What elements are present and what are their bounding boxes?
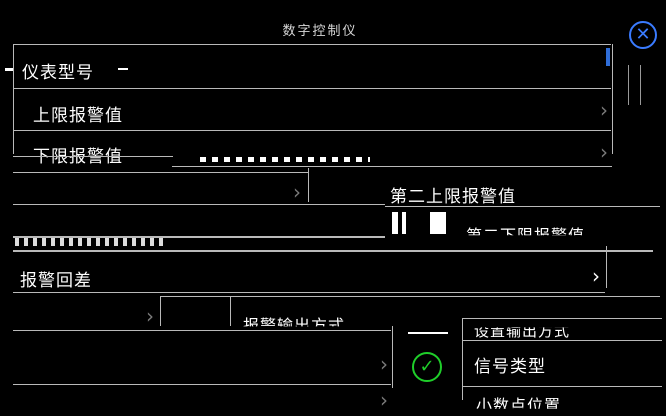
chevron-right-icon: ›	[380, 352, 388, 376]
render-artifact	[628, 65, 629, 105]
divider	[385, 206, 660, 207]
menu-item-second-low-alarm[interactable]: 第二下限报警值	[466, 222, 585, 235]
render-artifact	[160, 296, 161, 326]
chevron-right-icon: ›	[600, 98, 608, 122]
render-artifact	[392, 212, 398, 234]
divider	[13, 384, 391, 385]
chevron-right-icon: ›	[146, 304, 154, 328]
divider	[13, 250, 653, 252]
render-artifact	[462, 318, 463, 400]
divider	[13, 44, 611, 45]
chevron-right-icon: ›	[592, 264, 600, 288]
render-artifact	[118, 68, 128, 70]
render-artifact	[5, 68, 13, 71]
chevron-right-icon: ›	[293, 180, 301, 204]
menu-item-alarm-hysteresis[interactable]: 报警回差	[20, 266, 92, 291]
divider	[13, 130, 611, 131]
render-artifact	[200, 157, 370, 162]
render-artifact	[640, 65, 641, 105]
list-border-right	[612, 44, 613, 154]
divider	[172, 166, 612, 167]
divider	[462, 386, 662, 387]
menu-item-alarm-output-mode[interactable]: 报警输出方式	[243, 312, 345, 326]
divider	[462, 318, 662, 319]
divider	[13, 204, 385, 205]
scroll-indicator	[606, 48, 610, 66]
divider	[160, 296, 660, 297]
confirm-button[interactable]: ✓	[412, 352, 442, 382]
divider	[13, 172, 308, 173]
render-artifact	[392, 326, 393, 388]
close-button[interactable]: ✕	[629, 21, 657, 49]
render-artifact	[408, 332, 448, 334]
menu-item-meter-model[interactable]: 仪表型号	[22, 58, 94, 83]
render-artifact	[606, 246, 607, 288]
divider	[13, 292, 605, 293]
chevron-right-icon: ›	[380, 388, 388, 412]
menu-item-second-high-alarm[interactable]: 第二上限报警值	[390, 182, 516, 207]
divider	[13, 330, 391, 331]
divider	[13, 88, 611, 89]
render-artifact	[430, 212, 446, 234]
render-artifact	[402, 212, 406, 234]
dialog-title: 数字控制仪	[282, 24, 358, 39]
chevron-right-icon: ›	[600, 140, 608, 164]
divider	[13, 156, 173, 157]
render-artifact	[15, 238, 165, 246]
render-artifact	[308, 168, 309, 202]
list-border-left	[13, 44, 14, 154]
menu-item-high-alarm[interactable]: 上限报警值	[33, 101, 123, 126]
menu-item-signal-type[interactable]: 信号类型	[474, 352, 546, 377]
menu-item-low-alarm[interactable]: 下限报警值	[33, 142, 123, 167]
menu-item-decimal-position[interactable]: 小数点位置	[476, 392, 561, 409]
divider	[462, 340, 662, 341]
menu-item-output-setting[interactable]: 设置输出方式	[474, 327, 570, 341]
close-circle-icon: ✕	[635, 24, 651, 45]
check-circle-icon: ✓	[419, 356, 435, 377]
render-artifact	[230, 296, 231, 326]
